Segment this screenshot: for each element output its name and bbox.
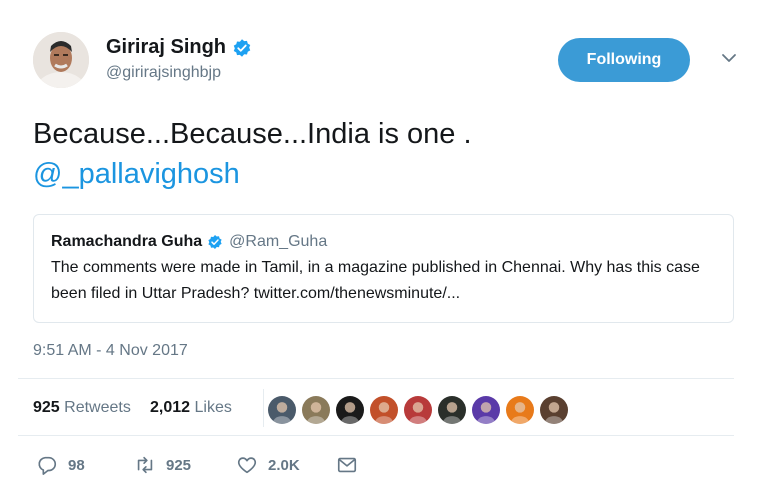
quoted-tweet-header: Ramachandra Guha @Ram_Guha [51, 231, 716, 253]
tweet-mention-link[interactable]: @_pallavighosh [33, 154, 472, 194]
author-avatar[interactable] [33, 32, 89, 88]
following-button[interactable]: Following [558, 38, 690, 82]
tweet-text: Because...Because...India is one . @_pal… [33, 114, 472, 194]
like-button[interactable]: 2.0K [236, 454, 300, 476]
liker-avatar[interactable] [334, 394, 366, 426]
likes-count: 2,012 [150, 399, 191, 416]
liker-avatar[interactable] [436, 394, 468, 426]
liker-avatar[interactable] [402, 394, 434, 426]
envelope-icon [337, 457, 357, 473]
quoted-author-name: Ramachandra Guha [51, 233, 203, 250]
like-count: 2.0K [268, 456, 300, 474]
liker-avatar[interactable] [368, 394, 400, 426]
retweet-icon [137, 456, 153, 474]
tweet-body: Because...Because...India is one . [33, 118, 472, 150]
reply-count: 98 [68, 456, 85, 474]
likes-stat[interactable]: 2,012 Likes [150, 399, 232, 417]
reply-button[interactable]: 98 [36, 454, 85, 476]
liker-avatar[interactable] [266, 394, 298, 426]
tweet-actions: 98 925 2.0K [33, 454, 733, 482]
author-display-name[interactable]: Giriraj Singh [106, 36, 226, 59]
stats-divider [263, 389, 264, 427]
tweet-header: Giriraj Singh @girirajsinghbjp Following [33, 32, 743, 92]
chevron-down-icon[interactable] [721, 50, 737, 66]
retweet-count: 925 [166, 456, 192, 474]
liker-avatar[interactable] [470, 394, 502, 426]
liker-avatar[interactable] [504, 394, 536, 426]
retweets-stat[interactable]: 925 Retweets [33, 399, 131, 417]
quoted-tweet[interactable]: Ramachandra Guha @Ram_Guha The comments … [33, 214, 734, 323]
tweet-stats: 925 Retweets 2,012 Likes [18, 378, 734, 436]
author-handle[interactable]: @girirajsinghbjp [106, 64, 221, 82]
direct-message-button[interactable] [336, 454, 358, 476]
heart-icon [237, 457, 257, 474]
author-name-row: Giriraj Singh [106, 36, 252, 59]
likes-label: Likes [194, 399, 232, 416]
liker-avatar[interactable] [538, 394, 570, 426]
retweet-button[interactable]: 925 [134, 454, 191, 476]
reply-icon [38, 456, 57, 475]
liker-avatar[interactable] [300, 394, 332, 426]
retweets-count: 925 [33, 399, 60, 416]
liker-avatars [266, 394, 570, 426]
retweets-label: Retweets [64, 399, 131, 416]
tweet-timestamp[interactable]: 9:51 AM - 4 Nov 2017 [33, 342, 188, 360]
verified-badge-icon [233, 38, 251, 57]
quoted-author-handle: @Ram_Guha [229, 233, 328, 250]
verified-badge-icon [208, 235, 222, 249]
quoted-tweet-text: The comments were made in Tamil, in a ma… [51, 259, 700, 302]
